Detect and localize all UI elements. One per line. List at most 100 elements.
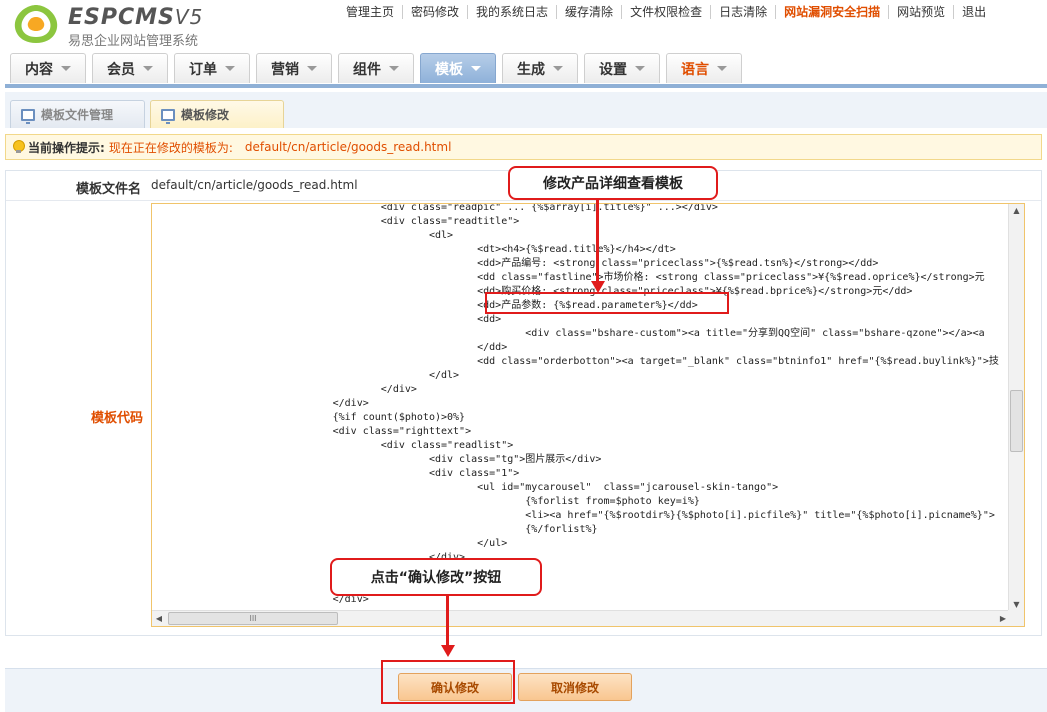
code-textarea[interactable]: <div class="readpic" ... {%$array[i].tit… bbox=[152, 203, 1010, 609]
chevron-down-icon bbox=[143, 66, 153, 71]
chevron-down-icon bbox=[307, 66, 317, 71]
nav-tab[interactable]: 语言 bbox=[666, 53, 742, 83]
arrow-down-icon bbox=[441, 645, 455, 657]
nav-tab-label: 组件 bbox=[353, 61, 381, 78]
vertical-scroll-thumb[interactable] bbox=[1010, 390, 1023, 452]
code-line: <div class="readlist"> bbox=[152, 440, 514, 451]
horizontal-scroll-thumb[interactable]: III bbox=[168, 612, 338, 625]
code-line: </dl> bbox=[152, 370, 460, 381]
code-line: </div> bbox=[152, 594, 369, 605]
code-line: <div class="1"> bbox=[152, 468, 520, 479]
code-line: <dd class="orderbotton"><a target="_blan… bbox=[152, 356, 999, 367]
monitor-icon bbox=[161, 108, 175, 124]
top-link[interactable]: 日志清除 bbox=[711, 0, 775, 24]
horizontal-scrollbar[interactable]: ◀ III ▶ bbox=[152, 610, 1010, 626]
nav-tab[interactable]: 营销 bbox=[256, 53, 332, 83]
code-line: <dd> bbox=[152, 314, 502, 325]
nav-tab[interactable]: 模板 bbox=[420, 53, 496, 83]
top-link[interactable]: 网站预览 bbox=[889, 0, 953, 24]
template-code-editor[interactable]: <div class="readpic" ... {%$array[i].tit… bbox=[151, 203, 1025, 627]
code-line: <div class="readtitle"> bbox=[152, 216, 520, 227]
scroll-left-icon[interactable]: ◀ bbox=[152, 611, 166, 626]
tip-path: default/cn/article/goods_read.html bbox=[244, 140, 452, 154]
code-line: <ul id="mycarousel" class="jcarousel-ski… bbox=[152, 482, 779, 493]
code-line: <dd class="fastline">市场价格: <strong class… bbox=[152, 272, 985, 283]
code-line: </dd> bbox=[152, 342, 508, 353]
annotation-bottom: 点击“确认修改”按钮 bbox=[330, 558, 542, 596]
code-line: </div> bbox=[152, 398, 369, 409]
code-line: <div class="tg">图片展示</div> bbox=[152, 454, 602, 465]
chevron-down-icon bbox=[717, 66, 727, 71]
code-line: <div class="bshare-custom"><a title="分享到… bbox=[152, 328, 985, 339]
code-line: </div> bbox=[152, 566, 417, 577]
top-link[interactable]: 管理主页 bbox=[338, 0, 402, 24]
nav-tab-label: 语言 bbox=[681, 61, 709, 78]
arrow-line-top bbox=[596, 200, 599, 282]
code-line: {%forlist from=$photo key=i%} bbox=[152, 496, 700, 507]
nav-tab[interactable]: 会员 bbox=[92, 53, 168, 83]
code-line: </div> bbox=[152, 552, 466, 563]
nav-tab-label: 模板 bbox=[435, 61, 463, 78]
code-line: <dd>产品编号: <strong class="priceclass">{%$… bbox=[152, 258, 879, 269]
top-link[interactable]: 退出 bbox=[954, 0, 994, 24]
scroll-up-icon[interactable]: ▲ bbox=[1009, 204, 1024, 218]
espcms-logo: ESPCMSV5 易思企业网站管理系统 bbox=[10, 3, 230, 49]
cancel-button[interactable]: 取消修改 bbox=[518, 673, 632, 701]
nav-tab-label: 内容 bbox=[25, 61, 53, 78]
chevron-down-icon bbox=[225, 66, 235, 71]
nav-divider bbox=[5, 84, 1047, 88]
nav-tab[interactable]: 内容 bbox=[10, 53, 86, 83]
operation-tip: 当前操作提示: 现在正在修改的模板为: default/cn/article/g… bbox=[5, 134, 1042, 160]
logo-subtitle: 易思企业网站管理系统 bbox=[68, 34, 199, 49]
tip-label: 当前操作提示: bbox=[28, 140, 105, 155]
nav-tab-label: 生成 bbox=[517, 61, 545, 78]
chevron-down-icon bbox=[635, 66, 645, 71]
annotation-top: 修改产品详细查看模板 bbox=[508, 166, 718, 200]
code-line: <div class="righttext"> bbox=[152, 426, 472, 437]
code-line: <dt><h4>{%$read.title%}</h4></dt> bbox=[152, 244, 676, 255]
top-links-bar: 管理主页 密码修改 我的系统日志 缓存清除 文件权限检查 日志清除 网站漏洞安全扫描 网站预览… bbox=[338, 0, 994, 24]
top-link[interactable]: 缓存清除 bbox=[557, 0, 621, 24]
vertical-scrollbar[interactable]: ▲ ▼ bbox=[1008, 204, 1024, 612]
monitor-icon bbox=[21, 108, 35, 124]
highlight-parameter-line bbox=[485, 292, 729, 314]
logo-text: ESPCMSV5 bbox=[68, 5, 204, 30]
chevron-down-icon bbox=[389, 66, 399, 71]
chevron-down-icon bbox=[471, 66, 481, 71]
code-line: </div> bbox=[152, 384, 417, 395]
chevron-down-icon bbox=[61, 66, 71, 71]
resize-grip-icon[interactable] bbox=[1008, 610, 1024, 626]
filename-value: default/cn/article/goods_read.html bbox=[151, 178, 358, 192]
code-line: {%/if%} bbox=[152, 580, 375, 591]
nav-tab-label: 设置 bbox=[599, 61, 627, 78]
code-line: <div class="readpic" ... {%$array[i].tit… bbox=[152, 203, 718, 213]
top-link[interactable]: 密码修改 bbox=[403, 0, 467, 24]
tip-text: 现在正在修改的模板为: bbox=[108, 140, 233, 155]
app-window: ESPCMSV5 易思企业网站管理系统 管理主页 密码修改 我的系统日志 缓存清除 文件… bbox=[0, 0, 1047, 712]
code-line: <li><a href="{%$rootdir%}{%$photo[i].pic… bbox=[152, 510, 995, 521]
code-line: {%if count($photo)>0%} bbox=[152, 412, 466, 423]
tab-template-file-manage[interactable]: 模板文件管理 bbox=[10, 100, 145, 128]
tab-template-edit[interactable]: 模板修改 bbox=[150, 100, 284, 128]
top-link[interactable]: 我的系统日志 bbox=[468, 0, 556, 24]
chevron-down-icon bbox=[553, 66, 563, 71]
nav-tab[interactable]: 生成 bbox=[502, 53, 578, 83]
nav-tab-label: 营销 bbox=[271, 61, 299, 78]
nav-tab[interactable]: 设置 bbox=[584, 53, 660, 83]
nav-tab-label: 会员 bbox=[107, 61, 135, 78]
tab-label: 模板文件管理 bbox=[41, 108, 114, 122]
nav-tab-label: 订单 bbox=[189, 61, 217, 78]
logo-icon bbox=[14, 5, 58, 43]
highlight-confirm-button bbox=[381, 660, 515, 704]
code-line: </ul> bbox=[152, 538, 508, 549]
tab-label: 模板修改 bbox=[181, 108, 230, 122]
arrow-line-bottom bbox=[446, 596, 449, 646]
code-label: 模板代码 bbox=[91, 411, 144, 426]
nav-tab[interactable]: 组件 bbox=[338, 53, 414, 83]
code-line: {%/forlist%} bbox=[152, 524, 598, 535]
top-link[interactable]: 文件权限检查 bbox=[622, 0, 710, 24]
nav-tab[interactable]: 订单 bbox=[174, 53, 250, 83]
code-line: <dl> bbox=[152, 230, 454, 241]
lightbulb-icon bbox=[12, 140, 25, 154]
top-link[interactable]: 网站漏洞安全扫描 bbox=[776, 0, 888, 24]
